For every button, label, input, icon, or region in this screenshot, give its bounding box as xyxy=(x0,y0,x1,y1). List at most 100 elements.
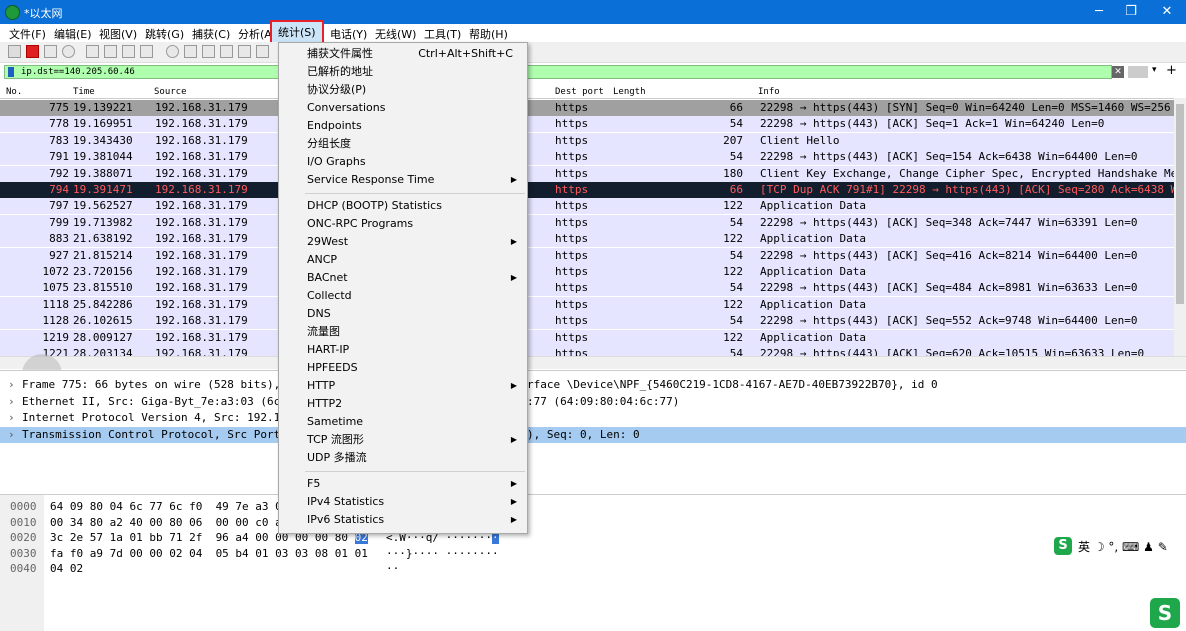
stats-menu-item[interactable]: DHCP (BOOTP) Statistics xyxy=(279,197,527,215)
stats-menu-item[interactable]: 捕获文件属性 Ctrl+Alt+Shift+C xyxy=(279,45,527,63)
find-packet-icon[interactable] xyxy=(166,45,179,58)
byte-hex[interactable]: 04 02 xyxy=(50,561,83,576)
col-dest-port[interactable]: Dest port xyxy=(555,87,604,97)
menu-telephony[interactable]: 电话(Y) xyxy=(327,26,370,42)
detail-tree-row[interactable]: › Ethernet II, Src: Giga-Byt_7e:a3:03 (6c… xyxy=(0,394,1186,410)
packet-row[interactable]: 927 21.815214 192.168.31.179 https 54 22298 →… xyxy=(0,247,1174,264)
stats-menu-item[interactable]: 协议分级(P) xyxy=(279,81,527,99)
sogou-floating-icon[interactable]: S xyxy=(1150,598,1180,628)
stats-menu-item[interactable]: 流量图 xyxy=(279,323,527,341)
stats-menu-item[interactable]: Conversations xyxy=(279,99,527,117)
start-capture-icon[interactable] xyxy=(8,45,21,58)
apply-filter-icon[interactable] xyxy=(1128,66,1148,78)
byte-ascii[interactable]: ·· xyxy=(386,561,399,576)
stats-menu-item[interactable]: HTTP2 xyxy=(279,395,527,413)
byte-hex[interactable]: 64 09 80 04 6c 77 6c f0 49 7e a3 0 xyxy=(50,499,282,514)
open-file-icon[interactable] xyxy=(86,45,99,58)
minimize-button[interactable]: ─ xyxy=(1082,0,1116,24)
stats-menu-item[interactable]: HPFEEDS xyxy=(279,359,527,377)
packet-row[interactable]: 799 19.713982 192.168.31.179 https 54 22298 →… xyxy=(0,214,1174,231)
add-filter-button-icon[interactable]: + xyxy=(1166,63,1177,78)
bookmark-icon[interactable] xyxy=(8,67,14,77)
go-back-icon[interactable] xyxy=(184,45,197,58)
expand-chevron-icon[interactable]: › xyxy=(8,410,15,426)
expand-chevron-icon[interactable]: › xyxy=(8,394,15,410)
menu-edit[interactable]: 编辑(E) xyxy=(51,26,95,42)
menu-view[interactable]: 视图(V) xyxy=(96,26,140,42)
stop-capture-icon[interactable] xyxy=(26,45,39,58)
col-length[interactable]: Length xyxy=(613,87,646,97)
detail-tree-row[interactable]: › Internet Protocol Version 4, Src: 192.1 xyxy=(0,410,1186,426)
close-button[interactable]: ✕ xyxy=(1150,0,1184,24)
col-time[interactable]: Time xyxy=(73,87,95,97)
stats-menu-item[interactable]: ONC-RPC Programs xyxy=(279,215,527,233)
menu-capture[interactable]: 捕获(C) xyxy=(189,26,233,42)
restart-capture-icon[interactable] xyxy=(44,45,57,58)
scrollbar-thumb[interactable] xyxy=(1176,104,1184,304)
display-filter-input[interactable]: ip.dst==140.205.60.46 xyxy=(4,65,1112,79)
stats-menu-item[interactable]: DNS xyxy=(279,305,527,323)
packet-list-hscrollbar[interactable] xyxy=(0,356,1186,369)
sogou-logo-icon[interactable]: S xyxy=(1054,537,1072,555)
ime-status-text[interactable]: 英 ☽ °, ⌨ ♟ ✎ xyxy=(1078,538,1168,555)
byte-hex[interactable]: fa f0 a9 7d 00 00 02 04 05 b4 01 03 03 0… xyxy=(50,546,368,561)
stats-menu-item[interactable]: HTTP ▶ xyxy=(279,377,527,395)
close-file-icon[interactable] xyxy=(122,45,135,58)
last-packet-icon[interactable] xyxy=(256,45,269,58)
stats-menu-item[interactable]: BACnet ▶ xyxy=(279,269,527,287)
expand-chevron-icon[interactable]: › xyxy=(8,427,15,443)
packet-row[interactable]: 783 19.343430 192.168.31.179 https 207 Client… xyxy=(0,132,1174,149)
clear-filter-icon[interactable]: ✕ xyxy=(1112,66,1124,78)
col-source[interactable]: Source xyxy=(154,87,187,97)
packet-row[interactable]: 1118 25.842286 192.168.31.179 https 122 Appli… xyxy=(0,296,1174,313)
menu-tools[interactable]: 工具(T) xyxy=(421,26,464,42)
reload-icon[interactable] xyxy=(140,45,153,58)
stats-menu-item[interactable]: 已解析的地址 xyxy=(279,63,527,81)
stats-menu-item[interactable]: TCP 流图形 ▶ xyxy=(279,431,527,449)
packet-row[interactable]: 775 19.139221 192.168.31.179 https 66 22298 →… xyxy=(0,100,1174,116)
stats-menu-item[interactable]: IPv6 Statistics ▶ xyxy=(279,511,527,529)
packet-row[interactable]: 1128 26.102615 192.168.31.179 https 54 22298 … xyxy=(0,313,1174,330)
packet-row[interactable]: 1219 28.009127 192.168.31.179 https 122 Appli… xyxy=(0,329,1174,346)
stats-menu-item[interactable]: UDP 多播流 xyxy=(279,449,527,467)
stats-menu-item[interactable]: IPv4 Statistics ▶ xyxy=(279,493,527,511)
stats-menu-item[interactable]: ANCP xyxy=(279,251,527,269)
stats-menu-item[interactable]: Service Response Time ▶ xyxy=(279,171,527,189)
stats-menu-item[interactable]: I/O Graphs xyxy=(279,153,527,171)
col-no[interactable]: No. xyxy=(6,87,22,97)
packet-row[interactable]: 792 19.388071 192.168.31.179 https 180 Client… xyxy=(0,165,1177,182)
packet-row[interactable]: 778 19.169951 192.168.31.179 https 54 22298 →… xyxy=(0,116,1174,133)
col-info[interactable]: Info xyxy=(758,87,780,97)
packet-row[interactable]: 797 19.562527 192.168.31.179 https 122 Applic… xyxy=(0,198,1174,215)
stats-menu-item[interactable]: HART-IP xyxy=(279,341,527,359)
go-to-packet-icon[interactable] xyxy=(220,45,233,58)
detail-tree-row[interactable]: › Frame 775: 66 bytes on wire (528 bits),… xyxy=(0,377,1186,393)
expand-chevron-icon[interactable]: › xyxy=(8,377,15,393)
stats-menu-item[interactable]: Endpoints xyxy=(279,117,527,135)
filter-history-icon[interactable]: ▾ xyxy=(1152,65,1157,75)
stats-menu-item[interactable]: 29West ▶ xyxy=(279,233,527,251)
stats-menu-item[interactable]: F5 ▶ xyxy=(279,475,527,493)
menu-file[interactable]: 文件(F) xyxy=(6,26,49,42)
maximize-button[interactable]: ❐ xyxy=(1114,0,1148,24)
packet-list-scrollbar[interactable] xyxy=(1174,98,1186,356)
packet-row[interactable]: 883 21.638192 192.168.31.179 https 122 Applic… xyxy=(0,231,1174,248)
save-file-icon[interactable] xyxy=(104,45,117,58)
packet-row[interactable]: 794 19.391471 192.168.31.179 https 66 [TCP Du… xyxy=(0,182,1177,198)
menu-help[interactable]: 帮助(H) xyxy=(466,26,511,42)
menu-go[interactable]: 跳转(G) xyxy=(142,26,187,42)
packet-row[interactable]: 1075 23.815510 192.168.31.179 https 54 22298 … xyxy=(0,280,1174,297)
capture-options-icon[interactable] xyxy=(62,45,75,58)
stats-menu-item[interactable]: Collectd xyxy=(279,287,527,305)
byte-ascii[interactable]: ···}···· ········ xyxy=(386,546,499,561)
packet-row[interactable]: 1221 28.203134 192.168.31.179 https 54 22298 … xyxy=(0,346,1174,356)
menu-wireless[interactable]: 无线(W) xyxy=(372,26,419,42)
packet-row[interactable]: 1072 23.720156 192.168.31.179 https 122 Appli… xyxy=(0,264,1174,280)
stats-menu-item[interactable]: Sametime xyxy=(279,413,527,431)
stats-menu-item[interactable]: 分组长度 xyxy=(279,135,527,153)
first-packet-icon[interactable] xyxy=(238,45,251,58)
byte-hex[interactable]: 00 34 80 a2 40 00 80 06 00 00 c0 a xyxy=(50,515,282,530)
go-forward-icon[interactable] xyxy=(202,45,215,58)
detail-tree-row[interactable]: › Transmission Control Protocol, Src Port… xyxy=(0,426,1186,443)
packet-row[interactable]: 791 19.381044 192.168.31.179 https 54 22298 →… xyxy=(0,149,1174,166)
